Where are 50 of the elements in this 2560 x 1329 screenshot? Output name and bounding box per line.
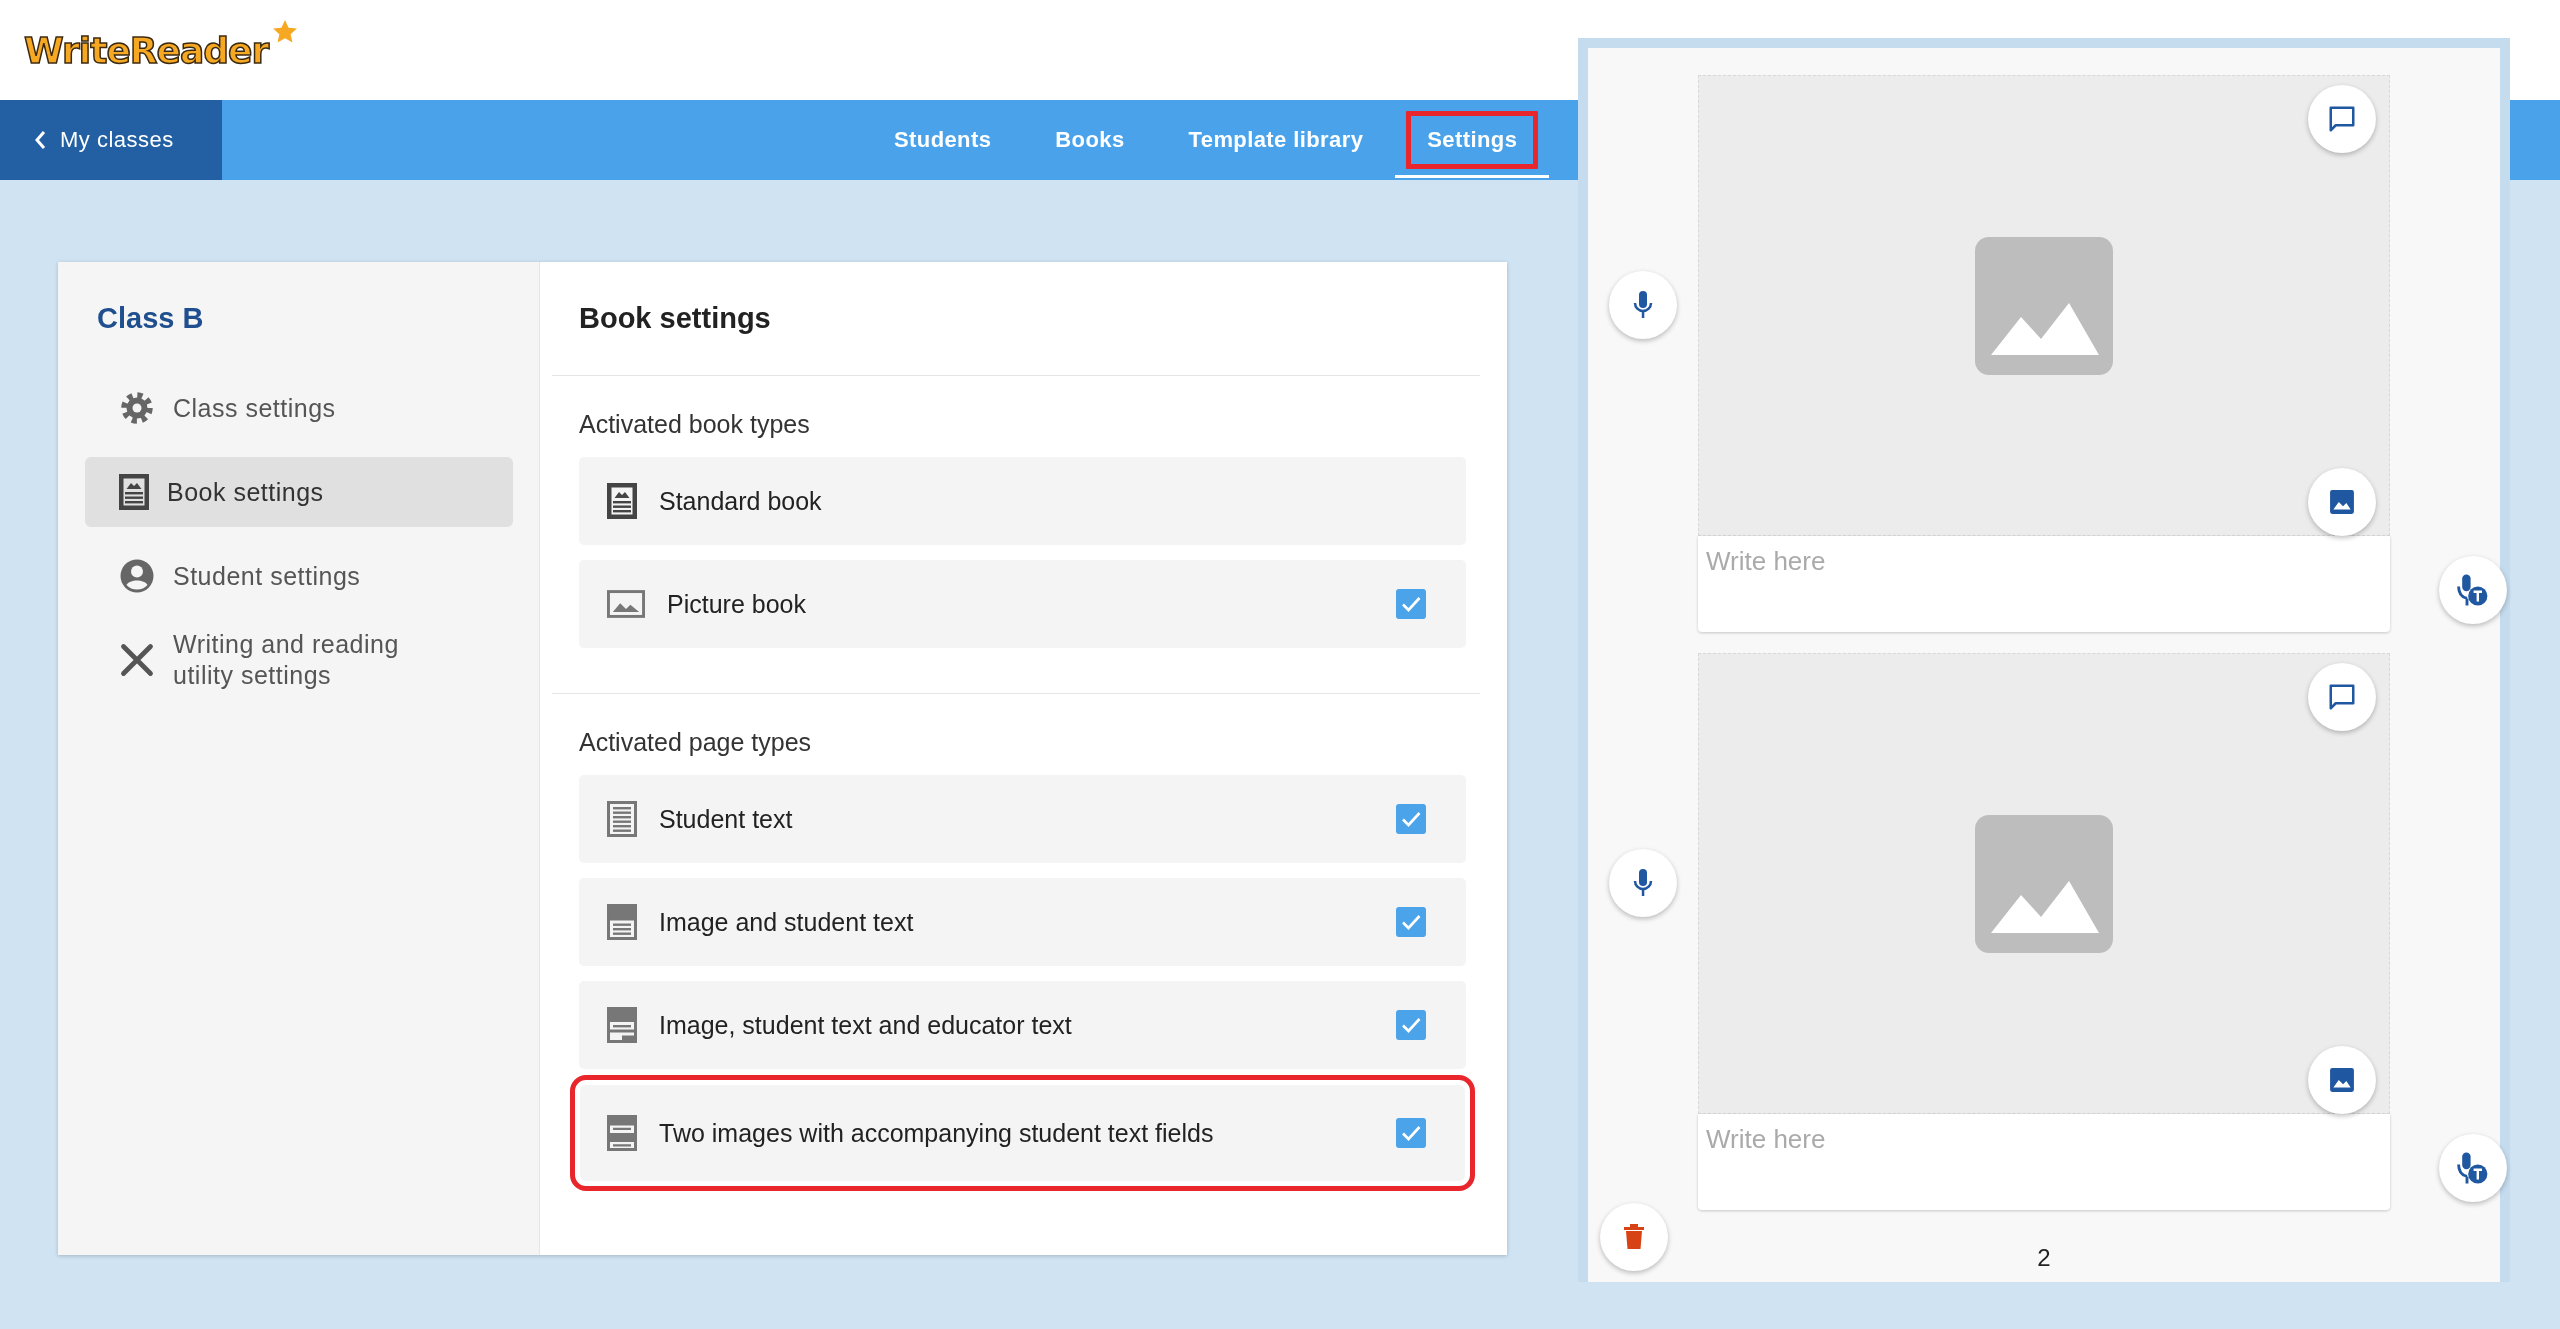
microphone-icon xyxy=(1633,868,1653,898)
record-button[interactable] xyxy=(1609,849,1677,917)
checkbox[interactable] xyxy=(1396,1118,1426,1148)
sidebar-item[interactable]: Student settings xyxy=(85,541,513,611)
checkbox[interactable] xyxy=(1396,1010,1426,1040)
checkbox[interactable] xyxy=(1396,804,1426,834)
picture-icon xyxy=(607,590,645,618)
page-number: 2 xyxy=(2036,1244,2052,1272)
chevron-left-icon xyxy=(34,130,46,150)
back-button[interactable]: My classes xyxy=(0,100,222,180)
gear-icon xyxy=(119,390,155,426)
person-icon xyxy=(119,558,155,594)
checkbox[interactable] xyxy=(1396,589,1426,619)
image-icon xyxy=(2329,1067,2355,1093)
speech-to-text-button[interactable] xyxy=(2439,1134,2507,1202)
page-icon xyxy=(607,801,637,837)
option-row[interactable]: Two images with accompanying student text fields xyxy=(570,1075,1475,1191)
option-row[interactable]: Standard book xyxy=(579,457,1466,545)
text-field[interactable]: Write here xyxy=(1698,1114,2390,1210)
group-heading: Activated book types xyxy=(579,410,811,439)
image-placeholder-icon xyxy=(1975,236,2113,375)
class-title: Class B xyxy=(97,302,205,335)
trash-icon xyxy=(1623,1224,1645,1250)
delete-button[interactable] xyxy=(1600,1203,1668,1271)
star-icon xyxy=(272,19,299,45)
option-row[interactable]: Image, student text and educator text xyxy=(579,981,1466,1069)
sidebar-item[interactable]: Book settings xyxy=(85,457,513,527)
text-field[interactable]: Write here xyxy=(1698,536,2390,632)
option-row[interactable]: Image and student text xyxy=(579,878,1466,966)
page-icon xyxy=(607,904,637,940)
book-icon xyxy=(119,474,149,510)
option-row[interactable]: Student text xyxy=(579,775,1466,863)
section-title: Book settings xyxy=(579,302,772,335)
record-button[interactable] xyxy=(1609,271,1677,339)
microphone-icon xyxy=(1633,290,1653,320)
comment-icon xyxy=(2327,682,2357,712)
logo: WriteReader xyxy=(24,29,269,71)
image-placeholder-icon xyxy=(1975,814,2113,953)
page-icon xyxy=(607,1007,637,1043)
sidebar-item[interactable]: Class settings xyxy=(85,373,513,443)
page-icon xyxy=(607,1115,637,1151)
checkbox[interactable] xyxy=(1396,907,1426,937)
sidebar-item[interactable]: Writing and reading utility settings xyxy=(85,625,513,695)
comment-icon xyxy=(2327,104,2357,134)
book-icon xyxy=(607,483,637,519)
image-icon xyxy=(2329,489,2355,515)
group-heading: Activated page types xyxy=(579,728,813,757)
speech-to-text-button[interactable] xyxy=(2439,556,2507,624)
option-row[interactable]: Picture book xyxy=(579,560,1466,648)
tools-icon xyxy=(119,642,155,678)
